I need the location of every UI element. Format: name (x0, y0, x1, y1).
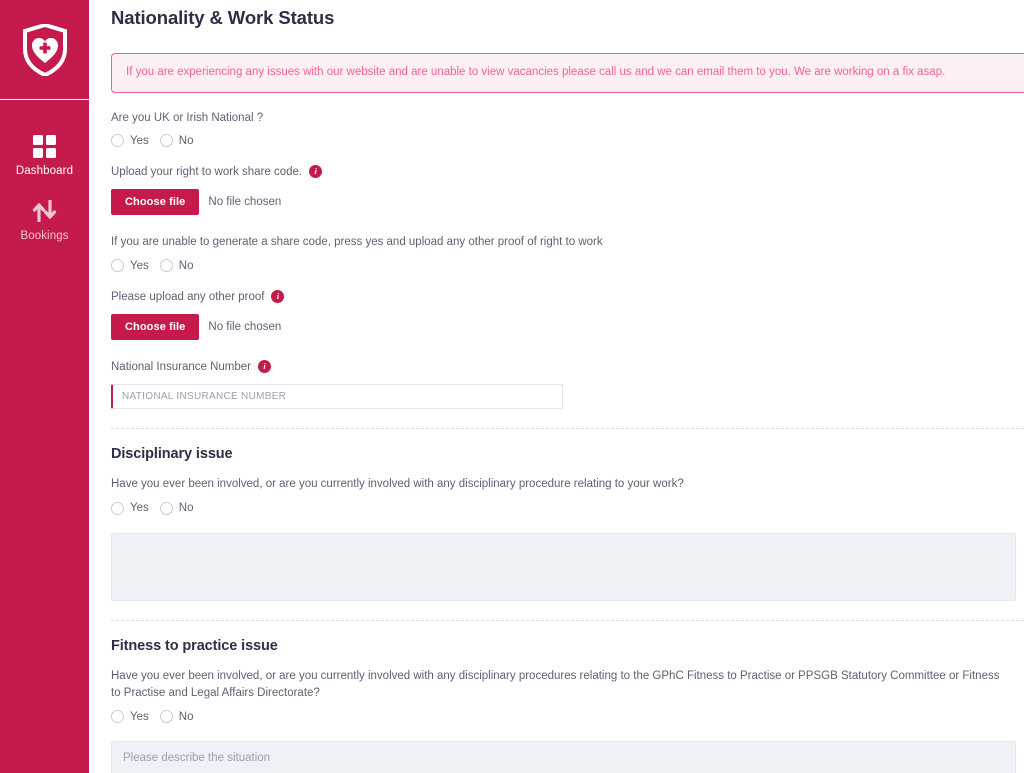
share-code-label-text: Upload your right to work share code. (111, 166, 303, 179)
radio-circle-icon[interactable] (159, 259, 173, 273)
work-status-form: Are you UK or Irish National ? Yes No Up… (111, 111, 1024, 773)
site-alert-banner: If you are experiencing any issues with … (111, 53, 1024, 93)
radio-label-yes: Yes (130, 502, 149, 515)
radio-group-nationality: Yes No (111, 134, 1018, 148)
radio-group-other-proof: Yes No (111, 259, 1018, 273)
info-icon[interactable]: i (271, 290, 285, 304)
radio-fitness-yes[interactable]: Yes (111, 710, 149, 724)
site-alert-message: If you are experiencing any issues with … (126, 66, 946, 78)
sidebar-item-label-bookings: Bookings (20, 229, 69, 242)
choose-file-button-share-code[interactable]: Choose file (111, 189, 200, 216)
field-label-nationality: Are you UK or Irish National ? (111, 111, 1018, 126)
radio-circle-icon[interactable] (159, 501, 173, 515)
field-label-share-code: Upload your right to work share code. i (111, 165, 1018, 180)
app-root: Dashboard Bookings Nationality & Work St… (0, 0, 1024, 773)
radio-label-yes: Yes (130, 259, 149, 272)
field-label-other-proof: Please upload any other proof i (111, 290, 1018, 305)
field-national-insurance: National Insurance Number i (111, 360, 1018, 410)
radio-disciplinary-yes[interactable]: Yes (111, 501, 149, 515)
section-question-disciplinary: Have you ever been involved, or are you … (111, 478, 684, 491)
radio-group-disciplinary: Yes No (111, 501, 1018, 515)
field-nationality: Are you UK or Irish National ? Yes No (111, 111, 1018, 148)
shield-heart-cross-logo (22, 23, 67, 76)
section-fitness-to-practice-issue: Fitness to practice issue Have you ever … (111, 621, 1018, 773)
other-proof-label-text: Please upload any other proof (111, 291, 265, 304)
national-insurance-input[interactable] (111, 384, 563, 410)
field-label-national-insurance: National Insurance Number i (111, 360, 1018, 375)
field-share-code-upload: Upload your right to work share code. i … (111, 165, 1018, 216)
info-icon[interactable]: i (258, 360, 271, 374)
sidebar: Dashboard Bookings (0, 0, 89, 773)
section-title-fitness: Fitness to practice issue (111, 637, 278, 654)
radio-group-fitness: Yes No (111, 710, 1018, 724)
sidebar-item-dashboard[interactable]: Dashboard (0, 122, 89, 187)
field-label-other-proof-question: If you are unable to generate a share co… (111, 235, 1018, 250)
file-status-other-proof: No file chosen (208, 321, 282, 334)
radio-circle-icon[interactable] (111, 501, 124, 515)
radio-label-yes: Yes (130, 710, 149, 723)
page-title: Nationality & Work Status (111, 7, 335, 28)
choose-file-button-other-proof[interactable]: Choose file (111, 314, 200, 341)
other-proof-question-text: If you are unable to generate a share co… (111, 236, 603, 249)
sidebar-item-label-dashboard: Dashboard (15, 165, 74, 177)
radio-label-no: No (178, 710, 194, 723)
main-content: Nationality & Work Status If you are exp… (89, 0, 1024, 773)
field-other-proof-upload: Please upload any other proof i Choose f… (111, 290, 1018, 341)
grid-icon (33, 133, 56, 159)
info-icon[interactable]: i (309, 165, 323, 179)
section-title-disciplinary: Disciplinary issue (111, 446, 233, 463)
radio-circle-icon[interactable] (111, 259, 124, 273)
radio-circle-icon[interactable] (159, 710, 173, 724)
up-down-arrows-icon (32, 198, 58, 224)
radio-circle-icon[interactable] (159, 134, 173, 148)
radio-circle-icon[interactable] (111, 134, 124, 148)
radio-fitness-no[interactable]: No (159, 710, 194, 724)
radio-other-proof-yes[interactable]: Yes (111, 259, 149, 273)
file-input-other-proof: Choose file No file chosen (111, 314, 1018, 341)
radio-other-proof-no[interactable]: No (159, 259, 194, 273)
fitness-notes-textarea[interactable] (111, 741, 1016, 773)
radio-nationality-no[interactable]: No (159, 134, 194, 148)
radio-label-yes: Yes (130, 134, 149, 147)
nationality-question-text: Are you UK or Irish National ? (111, 111, 264, 124)
radio-nationality-yes[interactable]: Yes (111, 134, 149, 148)
radio-label-no: No (178, 134, 194, 147)
field-other-proof-question: If you are unable to generate a share co… (111, 235, 1018, 273)
brand-block[interactable] (0, 0, 89, 100)
radio-circle-icon[interactable] (111, 710, 124, 724)
section-question-fitness: Have you ever been involved, or are you … (111, 669, 1000, 699)
radio-label-no: No (178, 259, 194, 272)
sidebar-nav: Dashboard Bookings (0, 100, 89, 251)
file-input-share-code: Choose file No file chosen (111, 189, 1018, 216)
radio-label-no: No (178, 502, 194, 515)
ni-label-text: National Insurance Number (111, 361, 251, 374)
sidebar-item-bookings[interactable]: Bookings (0, 187, 89, 252)
file-status-share-code: No file chosen (208, 196, 282, 209)
section-disciplinary-issue: Disciplinary issue Have you ever been in… (111, 429, 1018, 601)
disciplinary-notes-textarea[interactable] (111, 532, 1016, 601)
radio-disciplinary-no[interactable]: No (159, 501, 194, 515)
